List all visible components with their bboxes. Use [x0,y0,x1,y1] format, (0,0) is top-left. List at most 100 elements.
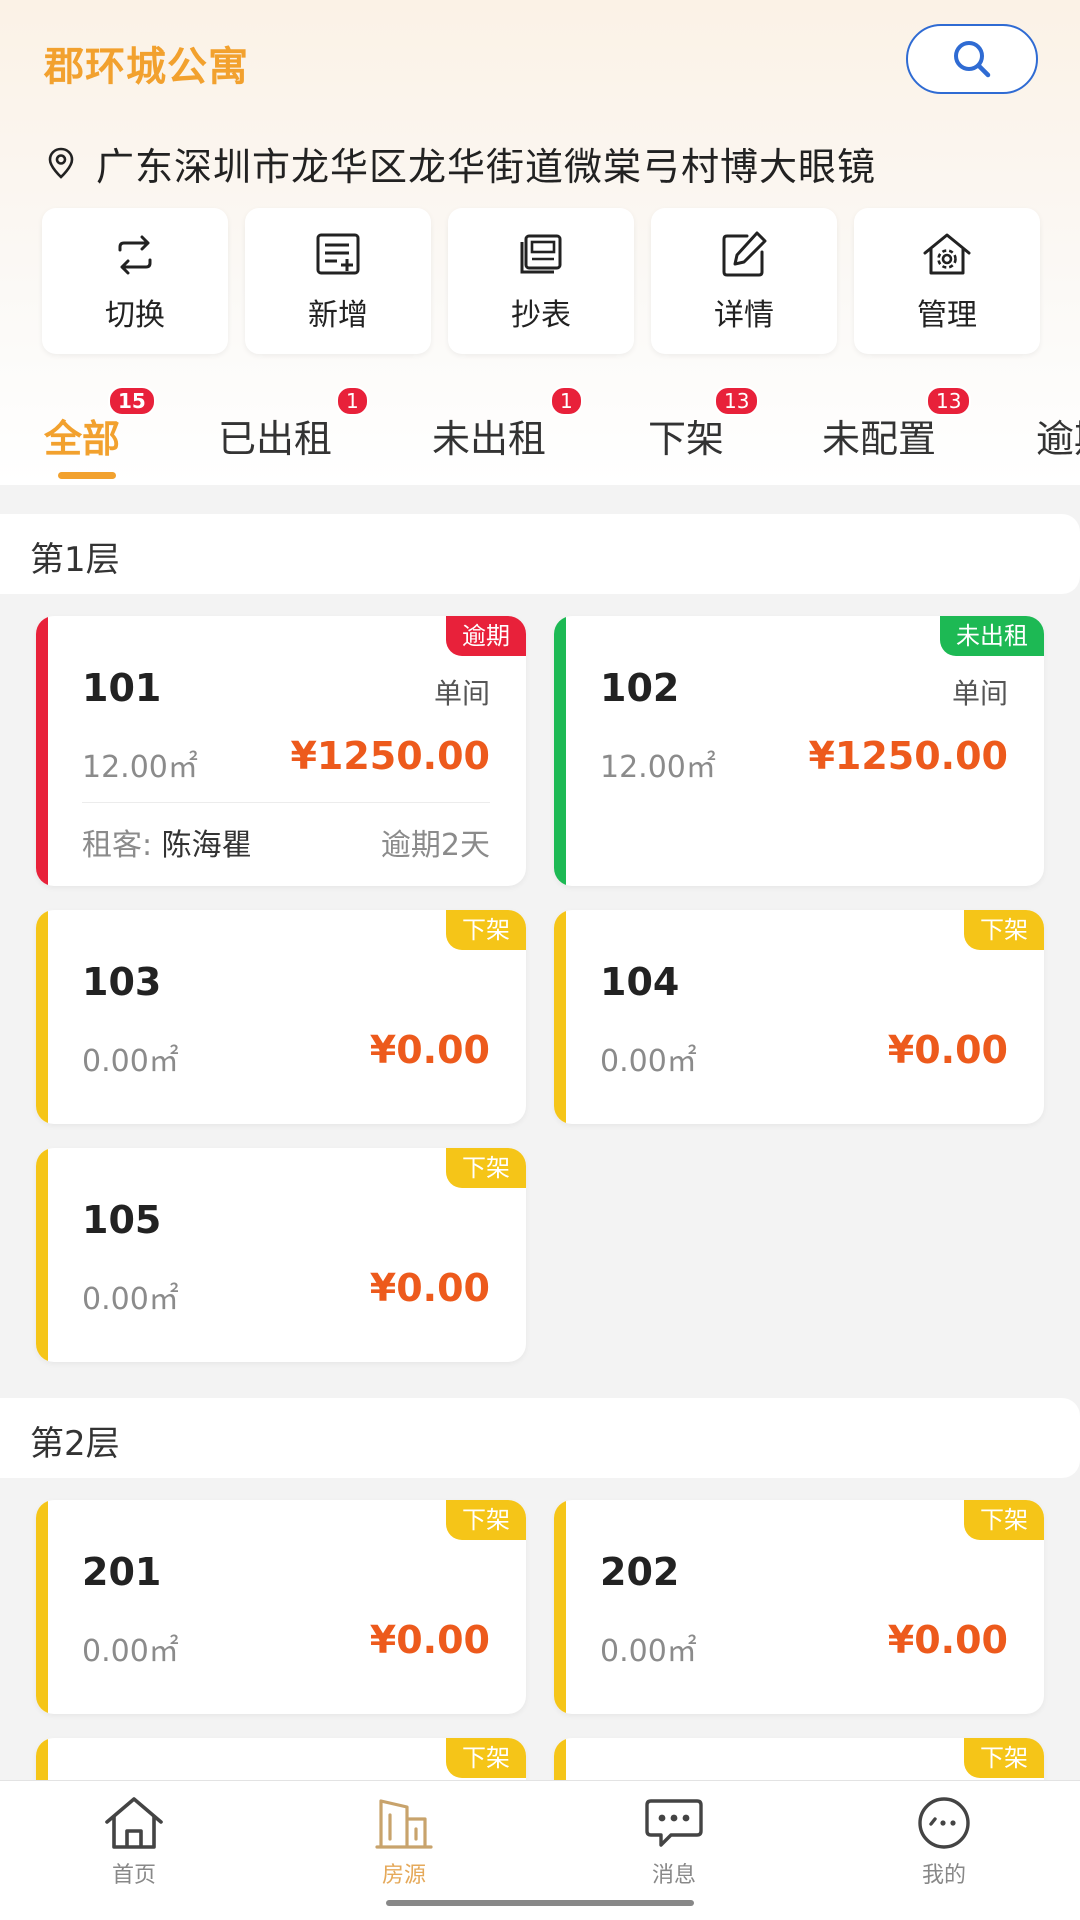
room-number: 202 [600,1550,680,1594]
tab-count-badge: 13 [926,386,972,416]
status-tag: 下架 [446,910,526,950]
status-stripe [36,1500,48,1714]
header: 郡环城公寓 [0,0,1080,120]
tab-label: 下架 [648,417,725,461]
room-card-103[interactable]: 下架 103 0.00㎡ ¥0.00 [36,910,526,1124]
manage-button[interactable]: 管理 [854,208,1040,354]
room-area: 0.00㎡ [600,1044,697,1079]
room-card-104[interactable]: 下架 104 0.00㎡ ¥0.00 [554,910,1044,1124]
meter-icon [520,234,562,274]
room-type: 单间 [433,677,490,710]
room-number: 103 [82,960,162,1004]
nav-label: 消息 [651,1863,696,1888]
switch-label: 切换 [105,298,165,333]
status-stripe [554,1500,566,1714]
nav-home[interactable]: 首页 [74,1795,194,1889]
address-row[interactable]: 广东深圳市龙华区龙华街道微棠弓村博大眼镜 [44,138,877,189]
switch-icon [118,235,152,275]
floor-header: 第1层 [0,514,1080,594]
home-icon [105,1797,163,1849]
details-label: 详情 [714,298,774,333]
room-number: 104 [600,960,680,1004]
details-button[interactable]: 详情 [651,208,837,354]
meter-label: 抄表 [511,298,571,333]
switch-button[interactable]: 切换 [42,208,228,354]
nav-label: 房源 [381,1863,426,1888]
tab-vacant[interactable]: 未出租 1 [432,386,583,463]
tab-overdue[interactable]: 逾期 [1036,408,1080,463]
nav-label: 我的 [921,1863,966,1888]
nav-messages[interactable]: 消息 [614,1795,734,1889]
nav-label: 首页 [111,1863,156,1888]
room-card-102[interactable]: 未出租 102 单间 12.00㎡ ¥1250.00 [554,616,1044,886]
room-area: 12.00㎡ [600,750,716,785]
room-area: 0.00㎡ [82,1634,179,1669]
tenant-info: 租客: 陈海瞿 [82,820,252,864]
room-card-101[interactable]: 逾期 101 单间 12.00㎡ ¥1250.00 租客: 陈海瞿 逾期2天 [36,616,526,886]
status-tag: 下架 [964,1738,1044,1778]
room-price: ¥1250.00 [290,734,490,778]
tab-label: 未配置 [822,417,937,461]
status-stripe [36,616,48,886]
tab-label: 全部 [44,417,121,461]
room-area: 0.00㎡ [82,1282,179,1317]
tab-count-badge: 1 [550,386,583,416]
room-price: ¥1250.00 [808,734,1008,778]
add-note-icon [316,233,360,275]
message-icon [645,1799,703,1847]
bottom-navigation: 首页 房源 消息 我的 [0,1780,1080,1920]
room-number: 101 [82,666,162,710]
floor-title: 第1层 [30,540,120,580]
tab-label: 逾期 [1036,417,1080,461]
tab-rented[interactable]: 已出租 1 [218,386,369,463]
status-tag: 下架 [964,1500,1044,1540]
room-card-202[interactable]: 下架 202 0.00㎡ ¥0.00 [554,1500,1044,1714]
status-tag: 逾期 [446,616,526,656]
tab-all[interactable]: 全部 15 [44,386,156,463]
tab-unconfigured[interactable]: 未配置 13 [822,386,972,463]
add-button[interactable]: 新增 [245,208,431,354]
tab-offline[interactable]: 下架 13 [648,386,760,463]
meter-button[interactable]: 抄表 [448,208,634,354]
room-card-201[interactable]: 下架 201 0.00㎡ ¥0.00 [36,1500,526,1714]
profile-icon [918,1797,970,1849]
room-number: 201 [82,1550,162,1594]
tenant-label: 租客: [82,828,153,863]
add-label: 新增 [308,298,368,333]
tab-count-badge: 13 [714,386,760,416]
status-tag: 下架 [446,1500,526,1540]
address-text: 广东深圳市龙华区龙华街道微棠弓村博大眼镜 [96,144,877,189]
status-tag: 未出租 [940,616,1044,656]
active-tab-indicator [58,472,116,479]
room-price: ¥0.00 [369,1028,490,1072]
tab-label: 未出租 [432,417,547,461]
overdue-text: 逾期2天 [380,828,490,863]
room-area: 0.00㎡ [82,1044,179,1079]
room-number: 102 [600,666,680,710]
status-stripe [554,616,566,886]
quick-actions: 切换 新增 抄表 详情 管理 [42,208,1040,354]
app-title: 郡环城公寓 [44,44,249,90]
room-price: ¥0.00 [887,1618,1008,1662]
room-price: ¥0.00 [369,1618,490,1662]
house-settings-icon [923,233,971,275]
room-price: ¥0.00 [369,1266,490,1310]
nav-profile[interactable]: 我的 [884,1795,1004,1889]
status-tag: 下架 [446,1148,526,1188]
tenant-name: 陈海瞿 [161,828,252,863]
manage-label: 管理 [917,298,977,333]
tab-count-badge: 1 [336,386,369,416]
room-area: 0.00㎡ [600,1634,697,1669]
floor-header: 第2层 [0,1398,1080,1478]
edit-icon [722,231,767,277]
status-tabs: 全部 15 已出租 1 未出租 1 下架 13 未配置 13 逾期 [0,372,1080,484]
home-indicator [386,1900,694,1906]
building-icon [375,1799,433,1849]
room-card-105[interactable]: 下架 105 0.00㎡ ¥0.00 [36,1148,526,1362]
tab-count-badge: 15 [108,386,156,416]
divider [82,802,490,803]
search-button[interactable] [906,24,1038,94]
nav-listings[interactable]: 房源 [344,1795,464,1889]
room-area: 12.00㎡ [82,750,198,785]
room-price: ¥0.00 [887,1028,1008,1072]
